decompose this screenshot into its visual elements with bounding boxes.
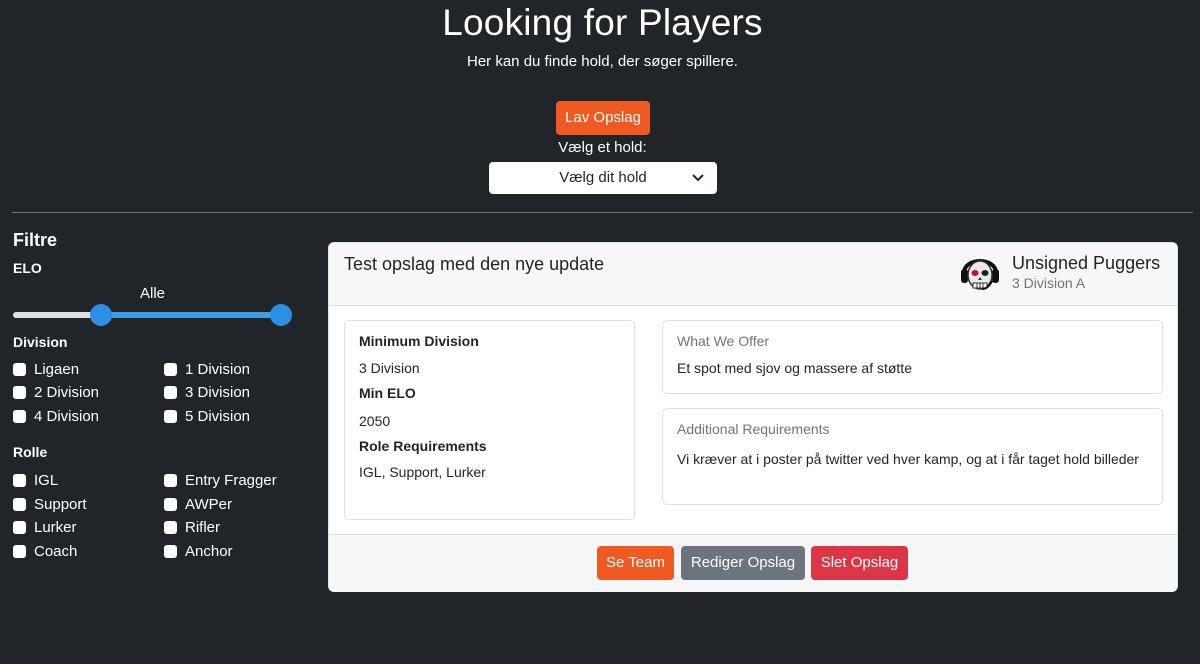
division-checkbox-2[interactable]: 2 Division bbox=[13, 382, 99, 402]
division-checkbox-4[interactable]: 4 Division bbox=[13, 406, 99, 426]
team-select[interactable]: Vælg dit hold bbox=[489, 162, 717, 194]
role-req-label: Role Requirements bbox=[359, 438, 487, 454]
role-label: Rolle bbox=[13, 444, 48, 460]
checkbox[interactable] bbox=[164, 409, 177, 423]
checkbox[interactable] bbox=[164, 362, 177, 376]
create-post-button[interactable]: Lav Opslag bbox=[556, 101, 650, 135]
see-team-button[interactable]: Se Team bbox=[597, 546, 674, 580]
checkbox[interactable] bbox=[13, 362, 26, 376]
checkbox[interactable] bbox=[13, 473, 26, 487]
team-logo[interactable] bbox=[960, 251, 1000, 297]
checkbox[interactable] bbox=[164, 520, 177, 534]
role-checkbox-awper[interactable]: AWPer bbox=[164, 494, 232, 514]
requirements-box: Minimum Division 3 Division Min ELO 2050… bbox=[344, 320, 635, 520]
post-card-header: Test opslag med den nye update Unsigned … bbox=[329, 243, 1177, 306]
edit-post-button[interactable]: Rediger Opslag bbox=[681, 546, 805, 580]
division-label: Division bbox=[13, 334, 68, 350]
elo-slider-range bbox=[100, 312, 281, 318]
role-checkbox-entry-fragger[interactable]: Entry Fragger bbox=[164, 470, 277, 490]
elo-label: ELO bbox=[13, 260, 42, 276]
min-elo-label: Min ELO bbox=[359, 385, 416, 401]
role-checkbox-rifler[interactable]: Rifler bbox=[164, 517, 220, 537]
team-select-value: Vælg dit hold bbox=[559, 169, 647, 186]
post-card: Test opslag med den nye update Unsigned … bbox=[328, 242, 1178, 592]
elo-slider-max-handle[interactable] bbox=[270, 304, 292, 326]
role-checkbox-support[interactable]: Support bbox=[13, 494, 87, 514]
division-checkbox-5[interactable]: 5 Division bbox=[164, 406, 250, 426]
post-card-footer: Se Team Rediger Opslag Slet Opslag bbox=[329, 534, 1177, 592]
offer-value: Et spot med sjov og massere af støtte bbox=[677, 360, 912, 376]
role-checkbox-anchor[interactable]: Anchor bbox=[164, 541, 233, 561]
checkbox[interactable] bbox=[13, 385, 26, 399]
post-title: Test opslag med den nye update bbox=[344, 254, 605, 274]
team-name: Unsigned Puggers bbox=[1012, 253, 1161, 273]
checkbox[interactable] bbox=[13, 520, 26, 534]
checkbox[interactable] bbox=[13, 544, 26, 558]
role-checkbox-coach[interactable]: Coach bbox=[13, 541, 77, 561]
filters-heading: Filtre bbox=[13, 230, 58, 250]
checkbox[interactable] bbox=[13, 497, 26, 511]
role-checkbox-igl[interactable]: IGL bbox=[13, 470, 58, 490]
checkbox[interactable] bbox=[13, 409, 26, 423]
division-checkbox-ligaen[interactable]: Ligaen bbox=[13, 359, 79, 379]
additional-req-box: Additional Requirements Vi kræver at i p… bbox=[662, 408, 1163, 505]
min-elo-value: 2050 bbox=[359, 413, 391, 429]
division-checkbox-3[interactable]: 3 Division bbox=[164, 382, 250, 402]
delete-post-button[interactable]: Slet Opslag bbox=[811, 546, 908, 580]
checkbox[interactable] bbox=[164, 497, 177, 511]
checkbox[interactable] bbox=[164, 544, 177, 558]
team-division: 3 Division A bbox=[1012, 275, 1086, 291]
divider bbox=[12, 212, 1193, 213]
additional-req-label: Additional Requirements bbox=[677, 421, 830, 437]
checkbox[interactable] bbox=[164, 385, 177, 399]
min-division-label: Minimum Division bbox=[359, 333, 479, 349]
elo-value: Alle bbox=[140, 285, 166, 302]
additional-req-value: Vi kræver at i poster på twitter ved hve… bbox=[677, 451, 1139, 467]
page-subtitle: Her kan du finde hold, der søger spiller… bbox=[467, 53, 738, 70]
chevron-down-icon bbox=[692, 162, 704, 194]
offer-label: What We Offer bbox=[677, 333, 770, 349]
min-division-value: 3 Division bbox=[359, 360, 420, 376]
page-title: Looking for Players bbox=[442, 2, 763, 43]
elo-slider-min-handle[interactable] bbox=[90, 304, 112, 326]
role-checkbox-lurker[interactable]: Lurker bbox=[13, 517, 77, 537]
offer-box: What We Offer Et spot med sjov og masser… bbox=[662, 320, 1163, 394]
team-select-label: Vælg et hold: bbox=[558, 139, 647, 156]
role-req-value: IGL, Support, Lurker bbox=[359, 464, 486, 480]
division-checkbox-1[interactable]: 1 Division bbox=[164, 359, 250, 379]
checkbox[interactable] bbox=[164, 473, 177, 487]
